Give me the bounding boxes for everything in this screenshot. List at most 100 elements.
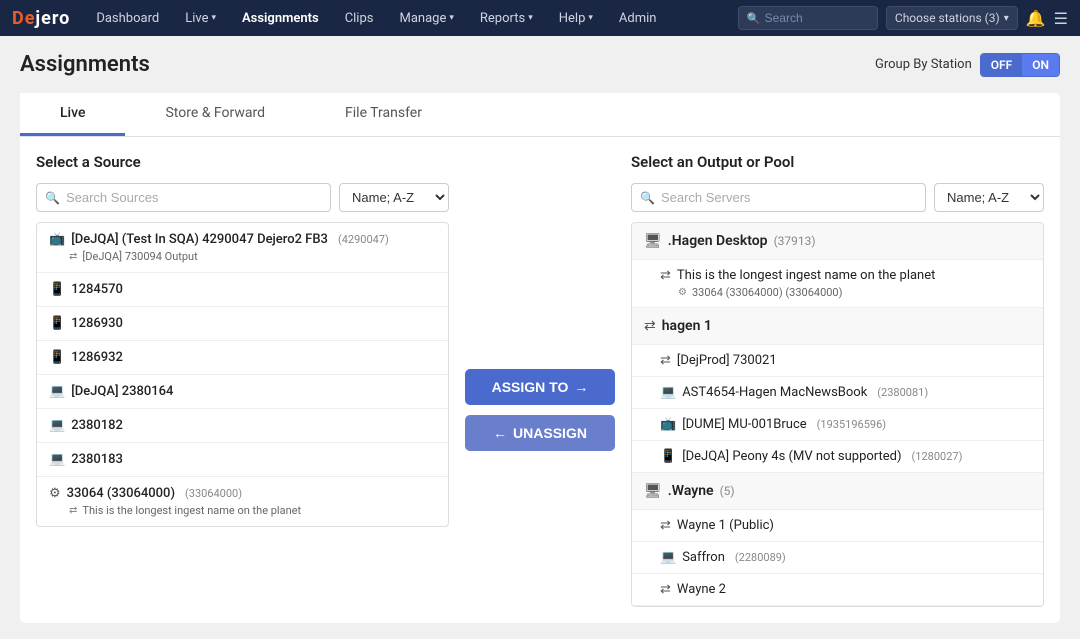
tab-store-forward[interactable]: Store & Forward <box>125 93 305 136</box>
source-mobile-icon: 📱 <box>49 350 65 365</box>
source-laptop-icon: 💻 <box>49 384 65 399</box>
source-tv-icon: 📺 <box>49 232 65 247</box>
nav-item-admin[interactable]: Admin <box>609 0 667 36</box>
output-item[interactable]: 💻 AST4654-Hagen MacNewsBook (2380081) <box>632 377 1043 409</box>
output-search-input[interactable] <box>661 190 917 205</box>
center-actions: ASSIGN TO → ← UNASSIGN <box>465 153 615 607</box>
nav-item-reports[interactable]: Reports ▾ <box>470 0 543 36</box>
output-list: 🖥 .Hagen Desktop (37913) ⇄ This is the l… <box>631 222 1044 607</box>
output-name: [DUME] MU-001Bruce <box>682 417 806 432</box>
output-group-header: ⇄ hagen 1 <box>632 308 1043 345</box>
help-chevron-icon: ▾ <box>588 13 593 23</box>
output-panel-title: Select an Output or Pool <box>631 153 1044 171</box>
output-item[interactable]: ⇄ This is the longest ingest name on the… <box>632 260 1043 308</box>
page-header: Assignments Group By Station OFF ON <box>20 52 1060 77</box>
source-name: 2380183 <box>71 452 123 467</box>
tab-live[interactable]: Live <box>20 93 125 136</box>
assign-to-button[interactable]: ASSIGN TO → <box>465 369 615 405</box>
live-chevron-icon: ▾ <box>211 13 216 23</box>
output-item[interactable]: ⇄ Wayne 1 (Public) <box>632 510 1043 542</box>
source-sub-icon: ⇄ <box>69 251 77 262</box>
main-content: Select a Source 🔍 Name; A-Z Name; Z-A 📺 … <box>20 137 1060 623</box>
tabs: Live Store & Forward File Transfer <box>20 93 1060 137</box>
source-item[interactable]: 📱 1286930 <box>37 307 448 341</box>
source-sub-text: [DeJQA] 730094 Output <box>82 250 197 263</box>
output-sort-select[interactable]: Name; A-Z Name; Z-A <box>934 183 1044 212</box>
output-item[interactable]: 📱 [DeJQA] Peony 4s (MV not supported) (1… <box>632 441 1043 473</box>
group-by-toggle[interactable]: OFF ON <box>980 53 1060 77</box>
unassign-button[interactable]: ← UNASSIGN <box>465 415 615 451</box>
source-panel-title: Select a Source <box>36 153 449 171</box>
output-laptop-icon: 💻 <box>660 550 676 565</box>
output-search-icon: 🔍 <box>640 191 655 205</box>
source-name: [DeJQA] (Test In SQA) 4290047 Dejero2 FB… <box>71 232 328 247</box>
source-item[interactable]: 📱 1284570 <box>37 273 448 307</box>
group-desktop-icon: 🖥 <box>644 483 662 499</box>
source-mobile-icon: 📱 <box>49 282 65 297</box>
output-stream-icon: ⇄ <box>660 582 671 597</box>
output-sub-text: 33064 (33064000) (33064000) <box>692 286 842 299</box>
source-name: 1286932 <box>71 350 123 365</box>
source-item[interactable]: 💻 [DeJQA] 2380164 <box>37 375 448 409</box>
group-name: .Hagen Desktop <box>668 233 768 249</box>
source-item[interactable]: 💻 2380182 <box>37 409 448 443</box>
toggle-on-button[interactable]: ON <box>1022 54 1059 76</box>
output-item[interactable]: 📺 [DUME] MU-001Bruce (1935196596) <box>632 409 1043 441</box>
group-desktop-icon: 🖥 <box>644 233 662 249</box>
global-search-icon: 🔍 <box>747 12 761 25</box>
page-title: Assignments <box>20 52 150 77</box>
source-item[interactable]: 📱 1286932 <box>37 341 448 375</box>
group-by-label: Group By Station <box>875 57 972 72</box>
output-mobile-icon: 📱 <box>660 449 676 464</box>
output-stream-icon: ⇄ <box>660 518 671 533</box>
source-search-icon: 🔍 <box>45 191 60 205</box>
output-item[interactable]: 💻 Saffron (2280089) <box>632 542 1043 574</box>
source-mobile-icon: 📱 <box>49 316 65 331</box>
source-item[interactable]: 💻 2380183 <box>37 443 448 477</box>
source-panel-controls: 🔍 Name; A-Z Name; Z-A <box>36 183 449 212</box>
source-sort-select[interactable]: Name; A-Z Name; Z-A <box>339 183 449 212</box>
tab-file-transfer[interactable]: File Transfer <box>305 93 462 136</box>
global-search-input[interactable] <box>765 11 875 25</box>
assign-arrow-icon: → <box>574 379 588 395</box>
output-name: This is the longest ingest name on the p… <box>677 268 935 283</box>
notification-icon[interactable]: 🔔 <box>1026 9 1046 28</box>
global-search-box[interactable]: 🔍 <box>738 6 878 30</box>
brand-logo: Dejero <box>12 8 70 29</box>
output-id: (2380081) <box>877 386 928 399</box>
output-group-header: 🖥 .Hagen Desktop (37913) <box>632 223 1043 260</box>
station-selector[interactable]: Choose stations (3) ▾ <box>886 6 1018 30</box>
source-gear-icon: ⚙ <box>49 486 61 501</box>
output-name: [DejProd] 730021 <box>677 353 777 368</box>
toggle-off-button[interactable]: OFF <box>981 54 1022 76</box>
source-id: (33064000) <box>185 487 242 500</box>
source-panel: Select a Source 🔍 Name; A-Z Name; Z-A 📺 … <box>36 153 449 607</box>
group-by-station-control: Group By Station OFF ON <box>875 53 1060 77</box>
source-name: 1284570 <box>71 282 123 297</box>
source-search-input[interactable] <box>66 190 322 205</box>
unassign-arrow-icon: ← <box>493 425 507 441</box>
output-item[interactable]: ⇄ [DejProd] 730021 <box>632 345 1043 377</box>
nav-item-assignments[interactable]: Assignments <box>232 0 329 36</box>
output-search-wrap: 🔍 <box>631 183 926 212</box>
source-item[interactable]: 📺 [DeJQA] (Test In SQA) 4290047 Dejero2 … <box>37 223 448 273</box>
source-item[interactable]: ⚙ 33064 (33064000) (33064000) ⇄ This is … <box>37 477 448 526</box>
group-stream-icon: ⇄ <box>644 318 656 334</box>
nav-item-live[interactable]: Live ▾ <box>175 0 226 36</box>
menu-icon[interactable]: ☰ <box>1054 9 1068 28</box>
output-name: Wayne 1 (Public) <box>677 518 774 533</box>
source-list: 📺 [DeJQA] (Test In SQA) 4290047 Dejero2 … <box>36 222 449 527</box>
output-panel-controls: 🔍 Name; A-Z Name; Z-A <box>631 183 1044 212</box>
nav-item-manage[interactable]: Manage ▾ <box>389 0 463 36</box>
group-count: (5) <box>720 484 735 498</box>
output-stream-icon: ⇄ <box>660 353 671 368</box>
output-id: (2280089) <box>735 551 786 564</box>
nav-item-clips[interactable]: Clips <box>335 0 384 36</box>
manage-chevron-icon: ▾ <box>449 13 454 23</box>
nav-item-help[interactable]: Help ▾ <box>549 0 603 36</box>
navbar: Dejero Dashboard Live ▾ Assignments Clip… <box>0 0 1080 36</box>
output-id: (1280027) <box>912 450 963 463</box>
source-sub-text: This is the longest ingest name on the p… <box>82 504 301 517</box>
output-item[interactable]: ⇄ Wayne 2 <box>632 574 1043 606</box>
nav-item-dashboard[interactable]: Dashboard <box>86 0 169 36</box>
